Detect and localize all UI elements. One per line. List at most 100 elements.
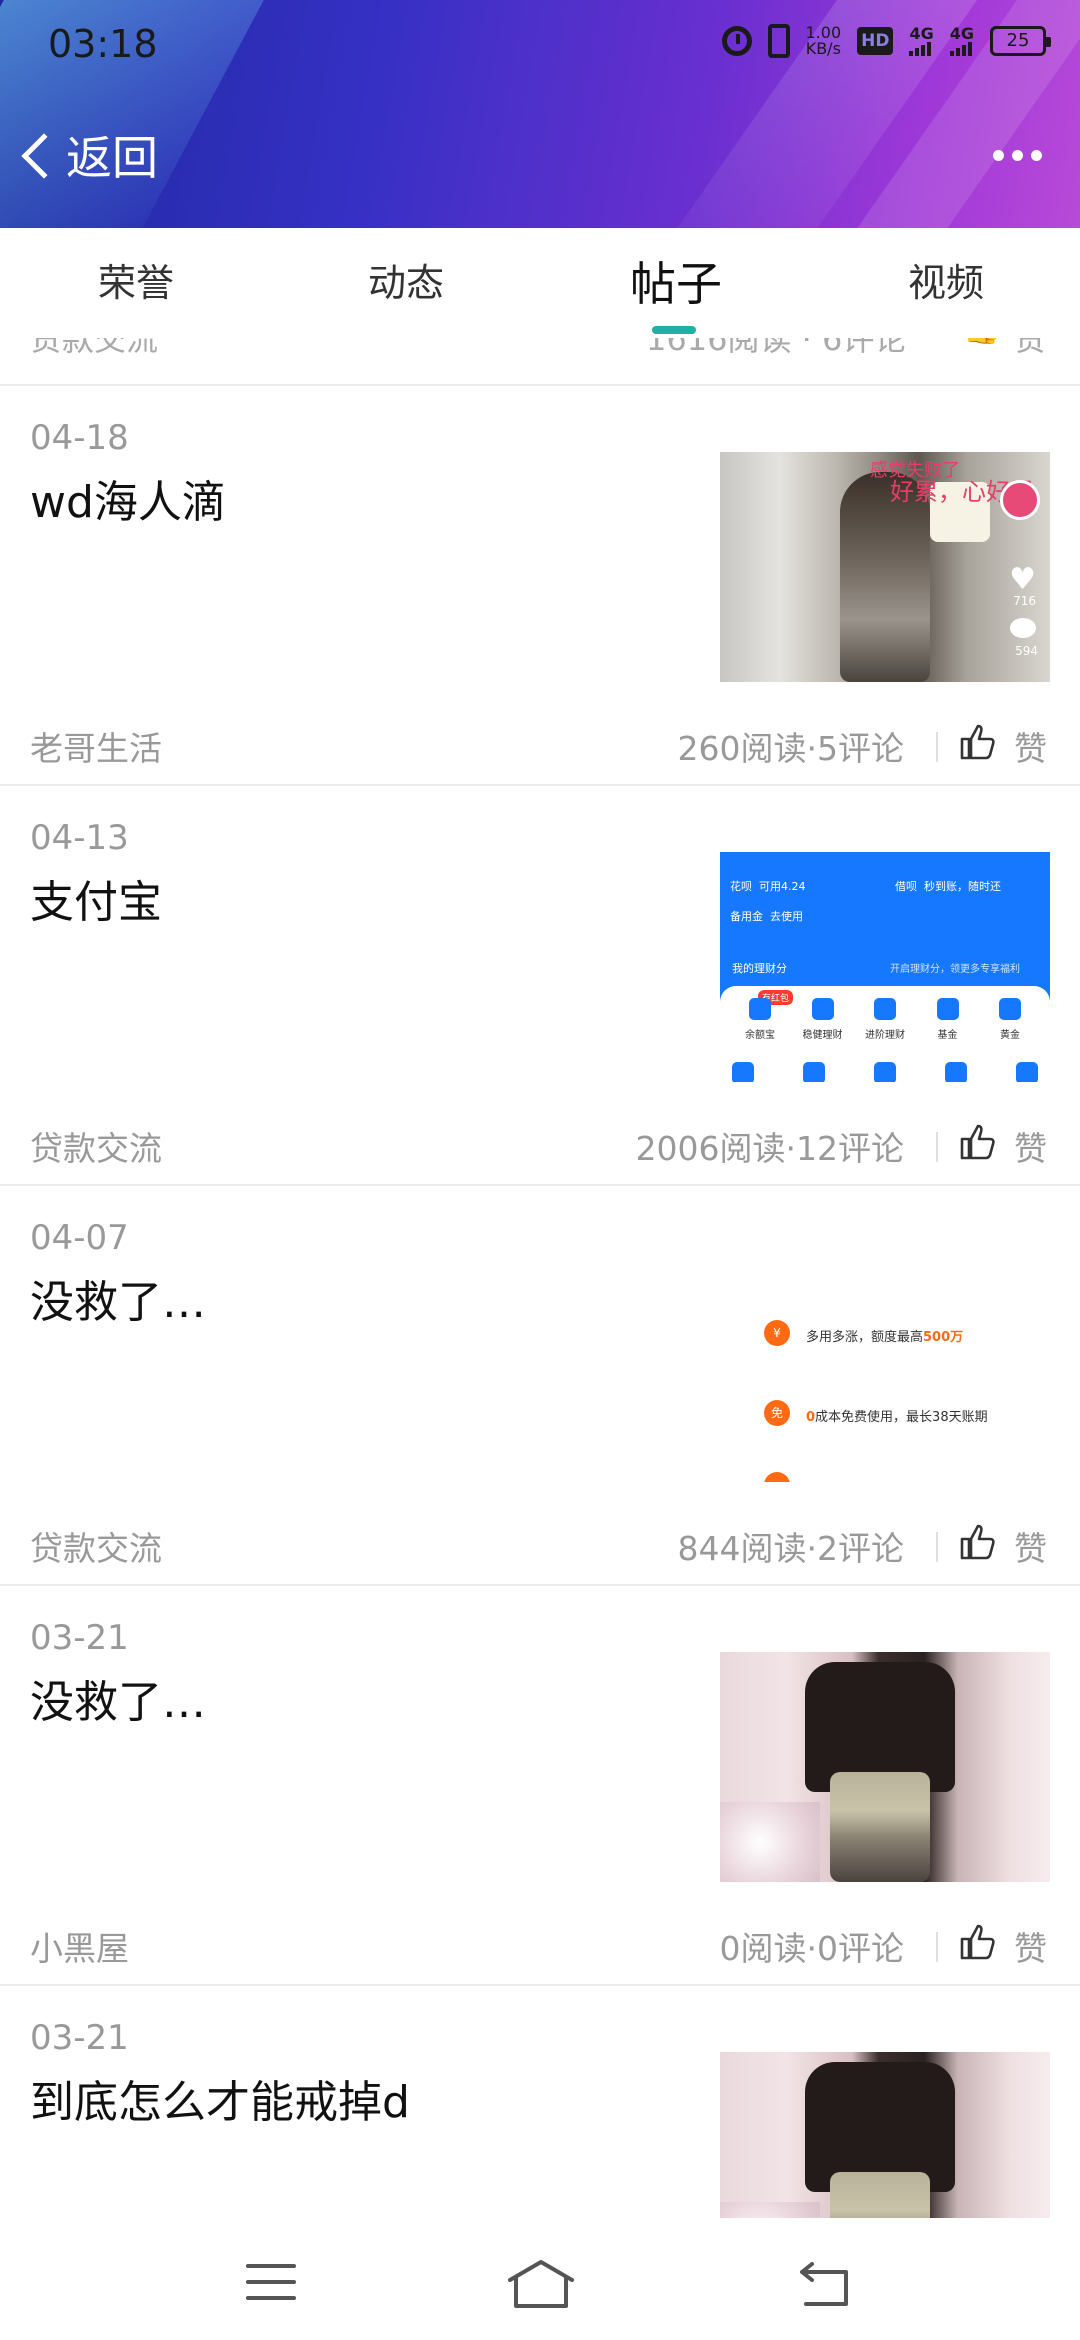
screenshot-text: 我的理财分 [732,962,787,975]
screenshot-text: 进阶理财 [865,1030,905,1041]
signal-icon: 4G [949,24,974,56]
menu-line [246,2280,296,2284]
thumbs-up-icon[interactable] [958,722,998,762]
screenshot-text: 备用金 [730,910,763,923]
post-thumbnail[interactable]: 感觉失败了 好累，心好累 ♥ 716 594 [720,452,1050,682]
post-category[interactable]: 老哥生活 [30,722,162,770]
lock-icon [811,998,834,1020]
back-button[interactable]: 返回 [21,122,158,188]
list-item[interactable]: 04-07 没救了… ¥ 多用多涨，额度最高500万 免 0成本免费使用，最长3… [0,1186,1080,1584]
photo-background [720,1802,820,1882]
alarm-icon [721,26,752,56]
post-thumbnail[interactable] [720,2052,1050,2218]
like-label[interactable]: 赞 [1014,1922,1047,1970]
avatar [1000,480,1040,520]
screenshot-text: 秒到账，随时还 [924,880,1001,893]
screenshot-text: 花呗 可用4.24 [730,878,806,894]
photo-figure [830,1772,930,1882]
screenshot-text: 去使用 [770,910,803,923]
screenshot-text: 借呗 秒到账，随时还 [895,878,1001,894]
trend-icon [936,998,959,1020]
post-title[interactable]: 没救了… [30,1666,206,1730]
post-category[interactable]: 贷款交流 [30,1122,162,1170]
status-icons: 1.00 KB/s HD 4G 4G 25 [721,24,1051,58]
screenshot-grid: 余额宝 稳健理财 进阶理财 基金 黄金 [732,998,1038,1041]
photo-like-count: 716 [1013,594,1036,608]
network-speed: 1.00 KB/s [806,25,842,57]
post-stats: 1616阅读 · 6评论 [646,338,907,358]
shield-icon [874,1062,896,1082]
screenshot-text: 黄金 [1000,1030,1020,1041]
post-category[interactable]: 贷款交流 [30,338,158,360]
gold-bag-icon [999,998,1021,1020]
back-icon[interactable] [796,2258,852,2310]
post-thumbnail[interactable] [720,1652,1050,1882]
screenshot-cell: 基金 [920,998,976,1041]
photo-comment-count: 594 [1015,644,1038,658]
screenshot-cell: 黄金 [982,998,1038,1041]
list-item[interactable]: 03-21 到底怎么才能戒掉d [0,1986,1080,2218]
screenshot-text: 开启理财分，领更多专享福利 [890,964,1020,975]
screenshot-text: 稳健理财 [802,1030,843,1041]
divider [936,1132,938,1162]
hd-voice-icon: HD [857,27,894,55]
list-item[interactable]: 03-21 没救了… 小黑屋 0阅读·0评论 赞 [0,1586,1080,1984]
post-title[interactable]: wd海人滴 [30,466,226,530]
list-item-partial[interactable]: 贷款交流 1616阅读 · 6评论 👍 赞 [0,338,1080,384]
list-item[interactable]: 04-13 支付宝 花呗 可用4.24 借呗 秒到账，随时还 备用金 去使用 我… [0,786,1080,1184]
photo-figure [830,2172,930,2218]
screenshot-text: 多用多涨，额度最高 [806,1330,924,1345]
thumbs-up-icon[interactable] [958,1922,998,1962]
comment-bubble-icon [1010,618,1036,638]
thumbs-up-icon[interactable] [958,1522,998,1562]
screenshot-text: 多用多涨，额度最高500万 [806,1326,963,1345]
tab-honor[interactable]: 荣誉 [66,252,206,307]
post-category[interactable]: 贷款交流 [30,1522,162,1570]
more-options-button[interactable] [993,150,1042,161]
more-dot-icon [993,150,1004,161]
menu-icon[interactable] [246,2264,296,2300]
thumbs-up-icon[interactable] [958,1122,998,1162]
more-dot-icon [1012,150,1023,161]
like-label[interactable]: 赞 [1014,338,1046,360]
yuan-coin-icon: ¥ [764,1320,790,1346]
post-date: 03-21 [30,2018,129,2058]
post-stats: 2006阅读·12评论 [635,1129,904,1168]
screenshot-text: 基金 [937,1030,958,1041]
menu-line [246,2296,296,2300]
like-label[interactable]: 赞 [1014,1122,1047,1170]
network-type: 4G [949,24,974,43]
screenshot-text: 0成本免费使用，最长38天账期 [806,1406,988,1425]
free-badge-icon: 免 [764,1400,790,1426]
signal-icon: 4G [909,26,934,56]
list-item[interactable]: 04-18 wd海人滴 感觉失败了 好累，心好累 ♥ 716 594 老哥生活 … [0,386,1080,784]
post-stats: 844阅读·2评论 [677,1529,904,1568]
home-icon[interactable] [506,2258,576,2310]
screenshot-highlight: 500万 [923,1330,964,1345]
chevron-left-icon [21,133,67,179]
post-list[interactable]: 贷款交流 1616阅读 · 6评论 👍 赞 04-18 wd海人滴 感觉失败了 … [0,338,1080,2218]
network-speed-unit: KB/s [805,39,841,58]
post-stats: 0阅读·0评论 [719,1929,904,1968]
post-category[interactable]: 小黑屋 [30,1922,129,1970]
battery-icon: 25 [990,26,1051,56]
thumbs-up-icon[interactable]: 👍 [962,338,1002,346]
post-title[interactable]: 没救了… [30,1266,206,1330]
tab-posts[interactable]: 帖子 [606,248,746,314]
tab-videos[interactable]: 视频 [876,252,1016,307]
post-title[interactable]: 支付宝 [30,866,162,930]
screenshot-text: 成本免费使用，最长38天账期 [815,1410,988,1425]
like-label[interactable]: 赞 [1014,722,1047,770]
mask-icon [1016,1062,1038,1082]
post-thumbnail[interactable]: 花呗 可用4.24 借呗 秒到账，随时还 备用金 去使用 我的理财分 开启理财分… [720,852,1050,1082]
screenshot-text: 借呗 [895,880,917,893]
signal-bars-icon [909,42,932,56]
tab-activity[interactable]: 动态 [336,252,476,307]
post-title[interactable]: 到底怎么才能戒掉d [30,2066,410,2130]
post-thumbnail[interactable]: ¥ 多用多涨，额度最高500万 免 0成本免费使用，最长38天账期 [720,1252,1050,1482]
like-label[interactable]: 赞 [1014,1522,1047,1570]
system-nav-bar [0,2218,1080,2340]
post-date: 04-13 [30,818,129,858]
yuebao-icon [749,998,771,1020]
post-stats: 260阅读·5评论 [677,729,904,768]
